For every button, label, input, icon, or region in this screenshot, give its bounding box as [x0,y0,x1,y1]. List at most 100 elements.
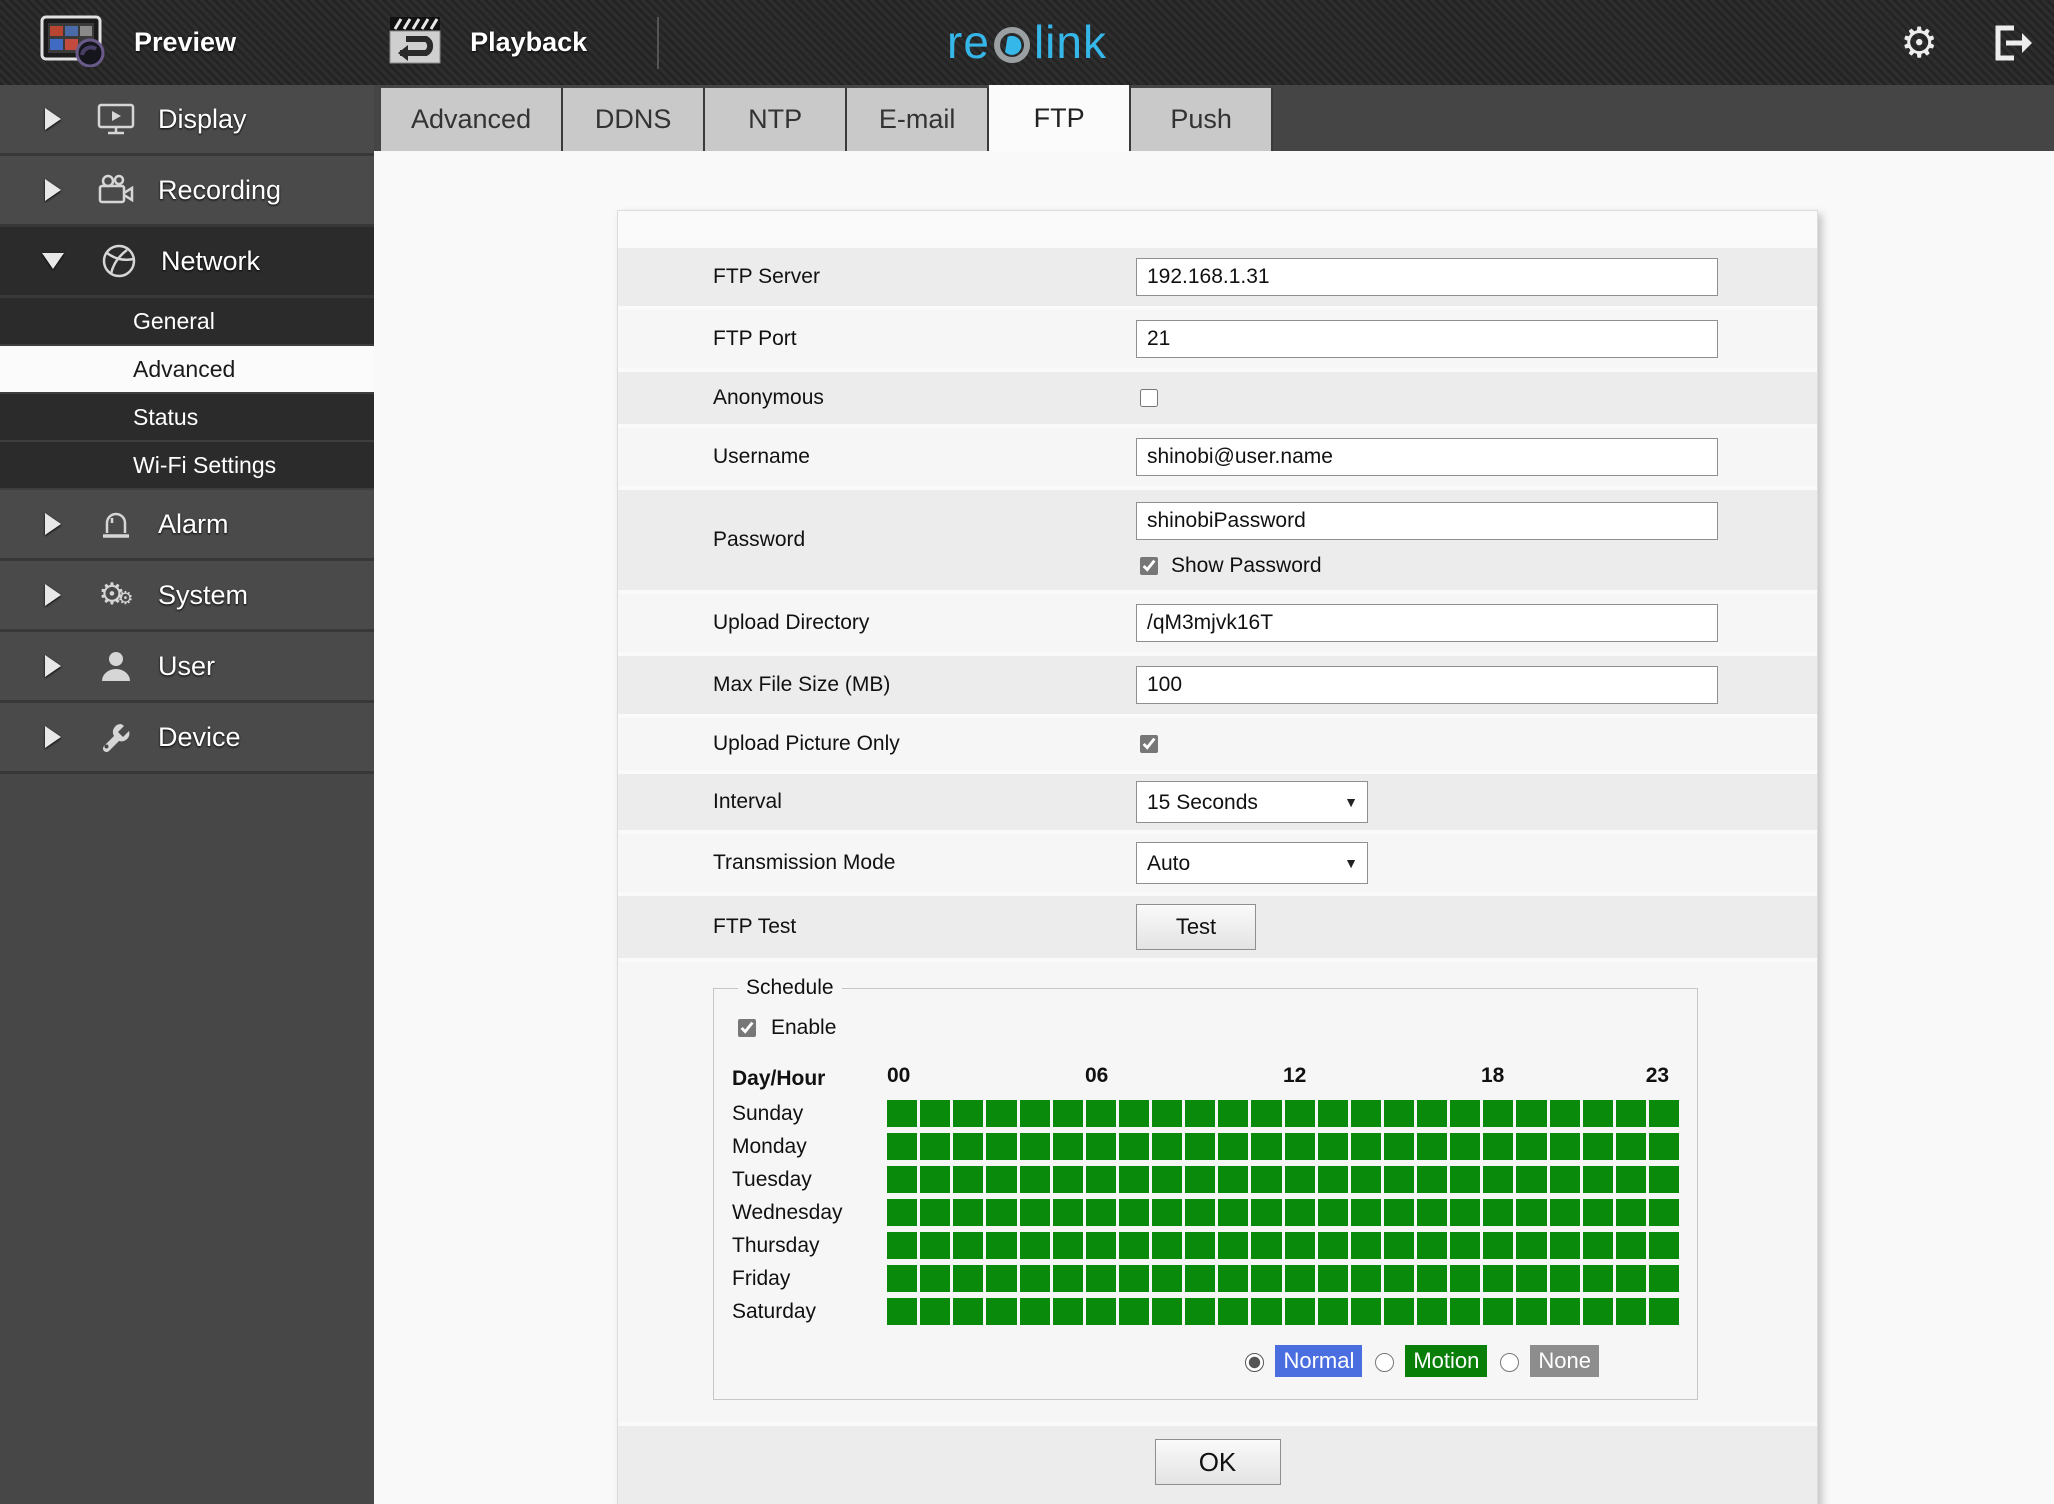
schedule-cell[interactable] [920,1265,951,1292]
schedule-cell[interactable] [1284,1265,1315,1292]
schedule-cell[interactable] [1118,1232,1149,1259]
schedule-cell[interactable] [1052,1265,1083,1292]
schedule-cell[interactable] [1052,1133,1083,1160]
schedule-cell[interactable] [1417,1166,1448,1193]
schedule-cell[interactable] [1648,1298,1679,1325]
schedule-cell[interactable] [953,1265,984,1292]
schedule-cell[interactable] [1483,1232,1514,1259]
schedule-cell[interactable] [1648,1199,1679,1226]
schedule-cell[interactable] [1085,1298,1116,1325]
schedule-cell[interactable] [1615,1232,1646,1259]
schedule-cell[interactable] [986,1199,1017,1226]
schedule-cell[interactable] [1615,1265,1646,1292]
schedule-cell[interactable] [1185,1166,1216,1193]
schedule-cell[interactable] [1085,1100,1116,1127]
schedule-cell[interactable] [1185,1232,1216,1259]
sidebar-item-system[interactable]: ⚙⚙ System [0,561,374,632]
schedule-cell[interactable] [887,1232,918,1259]
schedule-cell[interactable] [1417,1265,1448,1292]
schedule-cell[interactable] [1417,1298,1448,1325]
sidebar-item-recording[interactable]: Recording [0,156,374,227]
schedule-cell[interactable] [1317,1100,1348,1127]
schedule-cell[interactable] [1284,1166,1315,1193]
schedule-cell[interactable] [920,1298,951,1325]
schedule-cell[interactable] [1085,1265,1116,1292]
schedule-cell[interactable] [1251,1298,1282,1325]
schedule-cell[interactable] [1417,1232,1448,1259]
schedule-cell[interactable] [1118,1265,1149,1292]
schedule-cell[interactable] [1615,1298,1646,1325]
schedule-cell[interactable] [887,1133,918,1160]
password-input[interactable] [1136,502,1718,540]
schedule-cell[interactable] [1152,1232,1183,1259]
schedule-cell[interactable] [1648,1232,1679,1259]
schedule-cell[interactable] [1615,1100,1646,1127]
transmission-mode-select[interactable]: Auto [1136,842,1368,884]
schedule-cell[interactable] [920,1199,951,1226]
schedule-cell[interactable] [1582,1199,1613,1226]
schedule-cell[interactable] [1284,1232,1315,1259]
schedule-cell[interactable] [1218,1100,1249,1127]
schedule-cell[interactable] [1582,1133,1613,1160]
schedule-cell[interactable] [1615,1166,1646,1193]
schedule-cell[interactable] [1118,1298,1149,1325]
sidebar-subitem-general[interactable]: General [0,298,374,346]
schedule-cell[interactable] [1350,1100,1381,1127]
mode-label-none[interactable]: None [1530,1345,1599,1377]
schedule-cell[interactable] [1052,1298,1083,1325]
upload-directory-input[interactable] [1136,604,1718,642]
sidebar-item-display[interactable]: Display [0,85,374,156]
schedule-cell[interactable] [1251,1265,1282,1292]
schedule-cell[interactable] [1284,1133,1315,1160]
schedule-cell[interactable] [953,1298,984,1325]
schedule-cell[interactable] [986,1133,1017,1160]
schedule-cell[interactable] [1284,1199,1315,1226]
schedule-cell[interactable] [1450,1199,1481,1226]
anonymous-checkbox[interactable] [1140,389,1158,407]
schedule-cell[interactable] [1218,1298,1249,1325]
schedule-cell[interactable] [1152,1298,1183,1325]
schedule-cell[interactable] [1350,1265,1381,1292]
schedule-cell[interactable] [887,1100,918,1127]
schedule-cell[interactable] [1582,1265,1613,1292]
schedule-cell[interactable] [1284,1100,1315,1127]
mode-label-normal[interactable]: Normal [1275,1345,1363,1377]
schedule-cell[interactable] [1483,1298,1514,1325]
schedule-cell[interactable] [1549,1166,1580,1193]
schedule-cell[interactable] [1019,1100,1050,1127]
schedule-cell[interactable] [1185,1100,1216,1127]
schedule-cell[interactable] [1549,1298,1580,1325]
schedule-cell[interactable] [1516,1100,1547,1127]
schedule-cell[interactable] [1251,1166,1282,1193]
schedule-cell[interactable] [1582,1166,1613,1193]
schedule-cell[interactable] [1516,1166,1547,1193]
schedule-cell[interactable] [1085,1133,1116,1160]
schedule-cell[interactable] [1152,1100,1183,1127]
schedule-cell[interactable] [887,1166,918,1193]
schedule-cell[interactable] [1450,1100,1481,1127]
schedule-cell[interactable] [1417,1133,1448,1160]
sidebar-item-device[interactable]: Device [0,703,374,774]
schedule-cell[interactable] [887,1265,918,1292]
schedule-cell[interactable] [1549,1232,1580,1259]
schedule-cell[interactable] [920,1133,951,1160]
schedule-cell[interactable] [1417,1199,1448,1226]
schedule-cell[interactable] [1350,1232,1381,1259]
schedule-cell[interactable] [887,1298,918,1325]
schedule-cell[interactable] [1218,1265,1249,1292]
schedule-cell[interactable] [1317,1199,1348,1226]
preview-button[interactable]: Preview [40,13,236,72]
ftp-test-button[interactable]: Test [1136,904,1256,950]
schedule-cell[interactable] [1549,1133,1580,1160]
schedule-cell[interactable] [1516,1133,1547,1160]
tab-ntp[interactable]: NTP [705,88,848,151]
schedule-cell[interactable] [953,1100,984,1127]
sidebar-subitem-advanced[interactable]: Advanced [0,346,374,394]
schedule-cell[interactable] [1251,1199,1282,1226]
schedule-cell[interactable] [1251,1232,1282,1259]
schedule-cell[interactable] [1450,1232,1481,1259]
tab-ftp[interactable]: FTP [989,85,1132,151]
schedule-cell[interactable] [1218,1166,1249,1193]
schedule-cell[interactable] [1052,1166,1083,1193]
schedule-cell[interactable] [1052,1100,1083,1127]
